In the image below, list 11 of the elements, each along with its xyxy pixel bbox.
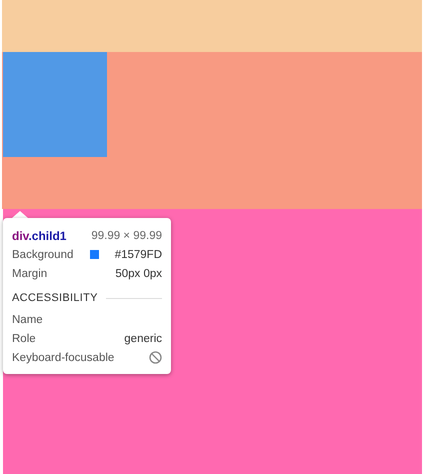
element-selector: div.child1: [12, 228, 66, 242]
property-label: Margin: [12, 268, 48, 280]
property-value: generic: [124, 332, 162, 344]
property-value: #1579FD: [114, 248, 162, 260]
property-value: 50px 0px: [115, 268, 162, 280]
property-label: Role: [12, 332, 36, 344]
property-label: Background: [12, 248, 74, 260]
property-label: Keyboard-focusable: [12, 352, 114, 364]
property-label: Name: [12, 314, 43, 326]
section-title: ACCESSIBILITY: [12, 292, 98, 304]
element-size: 99.99 × 99.99: [91, 230, 162, 242]
